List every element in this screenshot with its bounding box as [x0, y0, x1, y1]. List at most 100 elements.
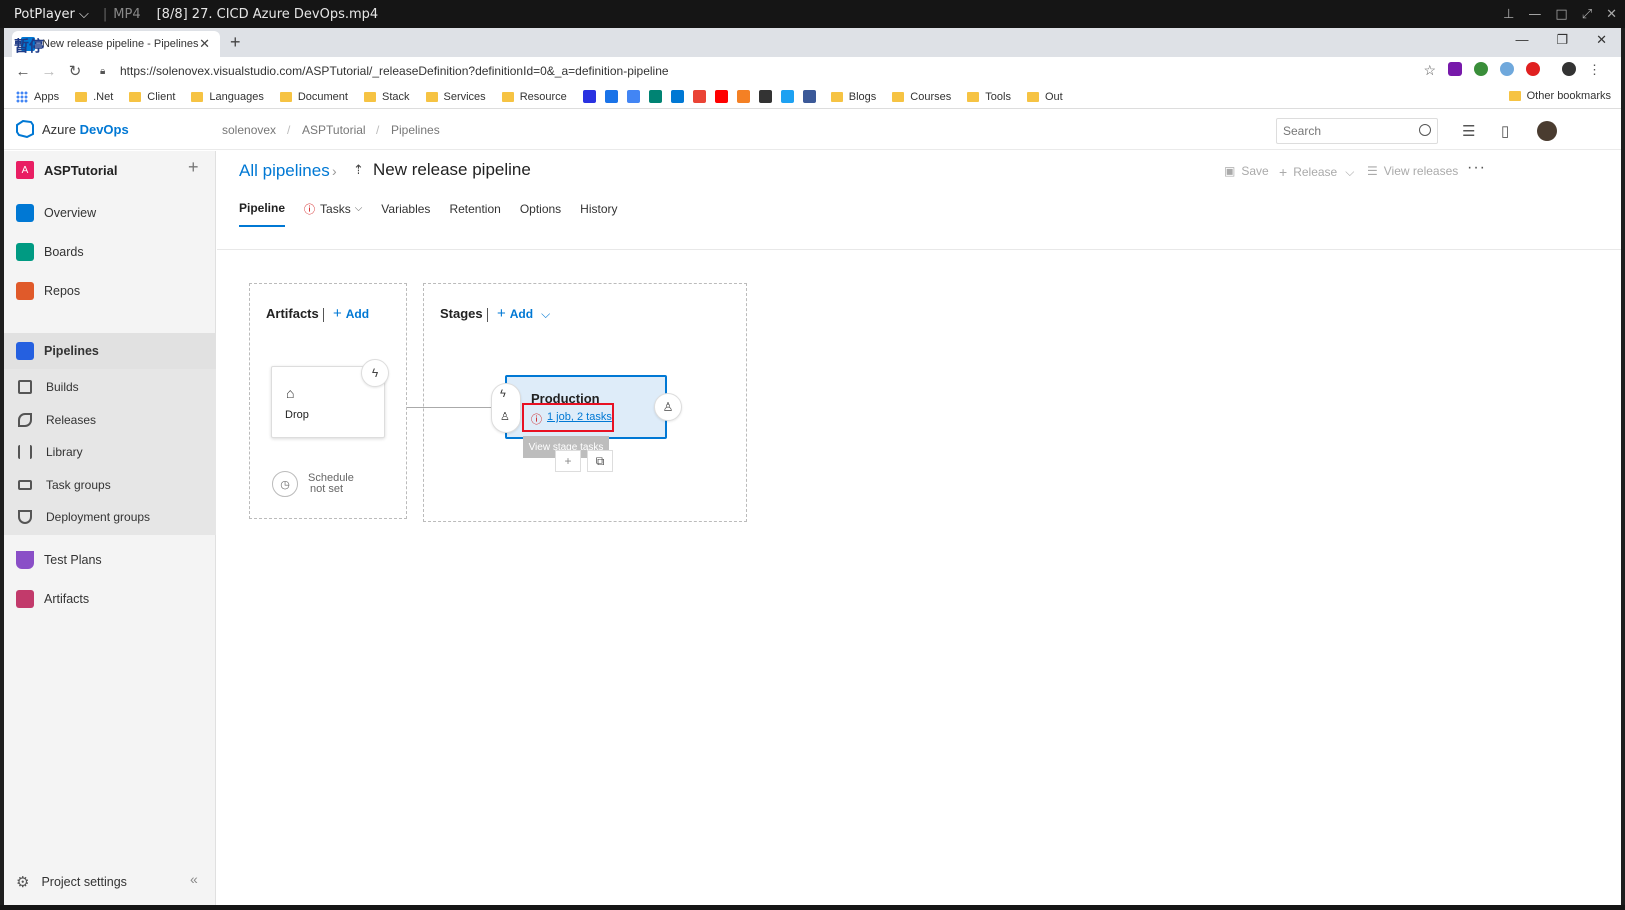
- new-project-add-icon[interactable]: +: [188, 157, 199, 178]
- save-label: Save: [1241, 164, 1269, 178]
- bookmark-apps[interactable]: Apps: [16, 90, 59, 103]
- bookmark-folder[interactable]: Stack: [363, 91, 410, 103]
- continuous-deployment-trigger-icon[interactable]: ϟ: [361, 359, 389, 387]
- tab-retention[interactable]: Retention: [449, 197, 500, 227]
- breadcrumb-org[interactable]: solenovex: [222, 123, 276, 137]
- baidu-icon[interactable]: [582, 90, 596, 103]
- restore-icon[interactable]: ❐: [1556, 32, 1568, 48]
- sidebar-item-overview[interactable]: Overview: [4, 195, 216, 231]
- bookmark-folder[interactable]: Services: [425, 91, 486, 103]
- bookmark-folder[interactable]: Resource: [501, 91, 567, 103]
- sidebar-item-repos[interactable]: Repos: [4, 273, 216, 309]
- sidebar-item-boards[interactable]: Boards: [4, 234, 216, 270]
- facebook-icon[interactable]: [802, 90, 816, 103]
- release-pipeline-icon: ⇡: [353, 162, 364, 177]
- project-selector[interactable]: A ASPTutorial: [16, 161, 117, 179]
- back-icon[interactable]: ←: [10, 63, 36, 80]
- sidebar-item-builds[interactable]: Builds: [4, 371, 216, 403]
- opera-icon[interactable]: [1526, 62, 1540, 76]
- bookmark-folder[interactable]: .Net: [75, 91, 113, 103]
- tab-close-icon[interactable]: ✕: [199, 36, 210, 52]
- sidebar-item-deployment-groups[interactable]: Deployment groups: [4, 501, 216, 533]
- stackoverflow-icon[interactable]: [736, 90, 750, 103]
- bookmark-folder[interactable]: Document: [279, 91, 348, 103]
- tab-pipeline[interactable]: Pipeline: [239, 197, 286, 227]
- clone-stage-icon[interactable]: ⧉: [587, 450, 613, 472]
- add-label: Add: [509, 307, 534, 321]
- add-stage-plus-icon[interactable]: +: [555, 450, 581, 472]
- folder-icon: [1026, 91, 1039, 102]
- tab-history[interactable]: History: [580, 197, 617, 227]
- add-artifact-button[interactable]: + Add: [333, 305, 369, 322]
- bookmark-folder[interactable]: Blogs: [830, 91, 876, 103]
- bookmark-folder[interactable]: Out: [1026, 91, 1063, 103]
- page-title[interactable]: New release pipeline: [373, 160, 531, 180]
- list-icon[interactable]: ☰: [1462, 122, 1475, 140]
- marketplace-bag-icon[interactable]: ▯: [1501, 122, 1509, 140]
- tab-tasks[interactable]: ⓘ Tasks ⌵: [304, 197, 362, 227]
- new-tab-button[interactable]: +: [230, 32, 241, 53]
- tab-variables[interactable]: Variables: [381, 197, 430, 227]
- translate-icon[interactable]: [626, 90, 640, 103]
- project-settings-link[interactable]: ⚙ Project settings: [16, 873, 127, 891]
- minimize-icon[interactable]: —: [1528, 7, 1541, 22]
- close-icon[interactable]: ✕: [1596, 32, 1607, 48]
- list-icon: ☰: [1367, 164, 1378, 178]
- other-bookmarks[interactable]: Other bookmarks: [1508, 90, 1611, 102]
- reload-icon[interactable]: ↻: [62, 62, 88, 80]
- view-releases-button[interactable]: ☰ View releases: [1367, 164, 1458, 178]
- tab-title: New release pipeline - Pipelines: [42, 38, 199, 50]
- star-icon[interactable]: ☆: [1423, 62, 1436, 79]
- approver-person-icon: ♙: [500, 411, 510, 423]
- bookmark-folder[interactable]: Tools: [967, 91, 1011, 103]
- google-icon[interactable]: [692, 90, 706, 103]
- sidebar-item-test-plans[interactable]: Test Plans: [4, 542, 216, 578]
- avatar[interactable]: [1537, 121, 1557, 141]
- post-deployment-approver-icon[interactable]: ♙: [654, 393, 682, 421]
- pin-icon[interactable]: ⊥: [1503, 7, 1514, 22]
- bookmark-folder[interactable]: Courses: [892, 91, 951, 103]
- search-input[interactable]: Search: [1276, 118, 1438, 144]
- extension-info-icon[interactable]: [1500, 62, 1514, 76]
- fullscreen-icon[interactable]: ⤢: [1582, 7, 1592, 22]
- close-icon[interactable]: ✕: [1606, 7, 1617, 22]
- bing-icon[interactable]: [648, 90, 662, 103]
- release-button[interactable]: + Release ⌵: [1279, 164, 1354, 180]
- browser-menu-icon[interactable]: ⋮: [1588, 62, 1601, 79]
- maximize-icon[interactable]: □: [1555, 7, 1567, 22]
- extension-globe-icon[interactable]: [1474, 62, 1488, 76]
- all-pipelines-link[interactable]: All pipelines: [239, 161, 330, 181]
- breadcrumb-pipelines[interactable]: Pipelines: [391, 123, 440, 137]
- search-placeholder: Search: [1283, 124, 1322, 138]
- tab-options[interactable]: Options: [520, 197, 561, 227]
- url-field[interactable]: 🔒︎ https://solenovex.visualstudio.com/AS…: [100, 61, 1390, 81]
- profile-icon[interactable]: [1562, 62, 1576, 76]
- player-menu-button[interactable]: PotPlayer ⌵: [0, 7, 97, 22]
- save-button[interactable]: ▣ Save: [1224, 164, 1269, 178]
- bookmark-folder[interactable]: Client: [129, 91, 175, 103]
- minimize-icon[interactable]: —: [1515, 32, 1528, 48]
- forward-icon[interactable]: →: [36, 63, 62, 80]
- ado-brand[interactable]: Azure DevOps: [42, 122, 129, 137]
- pre-deployment-conditions[interactable]: ϟ ♙: [491, 383, 521, 433]
- onenote-icon[interactable]: [1448, 62, 1462, 76]
- folder-icon: [75, 91, 88, 102]
- sidebar-item-task-groups[interactable]: Task groups: [4, 469, 216, 501]
- twitter-icon[interactable]: [780, 90, 794, 103]
- youtube-icon[interactable]: [714, 90, 728, 103]
- sidebar-item-artifacts[interactable]: Artifacts: [4, 581, 216, 617]
- sidebar-item-pipelines[interactable]: Pipelines: [4, 333, 216, 369]
- more-options-icon[interactable]: ···: [1467, 159, 1486, 177]
- breadcrumb-project[interactable]: ASPTutorial: [302, 123, 366, 137]
- collapse-sidebar-icon[interactable]: «: [190, 871, 198, 887]
- artifact-stage-connector: [407, 407, 497, 408]
- wikipedia-icon[interactable]: [758, 90, 772, 103]
- azure-devops-logo-icon[interactable]: [16, 120, 34, 138]
- bookmark-folder[interactable]: Languages: [191, 91, 264, 103]
- sidebar-item-library[interactable]: Library: [4, 436, 216, 468]
- add-stage-button[interactable]: + Add ⌵: [497, 305, 550, 322]
- trans-icon[interactable]: [604, 90, 618, 103]
- azure-icon[interactable]: [670, 90, 684, 103]
- schedule-trigger[interactable]: ◷ Schedule not set: [272, 471, 354, 497]
- sidebar-item-releases[interactable]: Releases: [4, 404, 216, 436]
